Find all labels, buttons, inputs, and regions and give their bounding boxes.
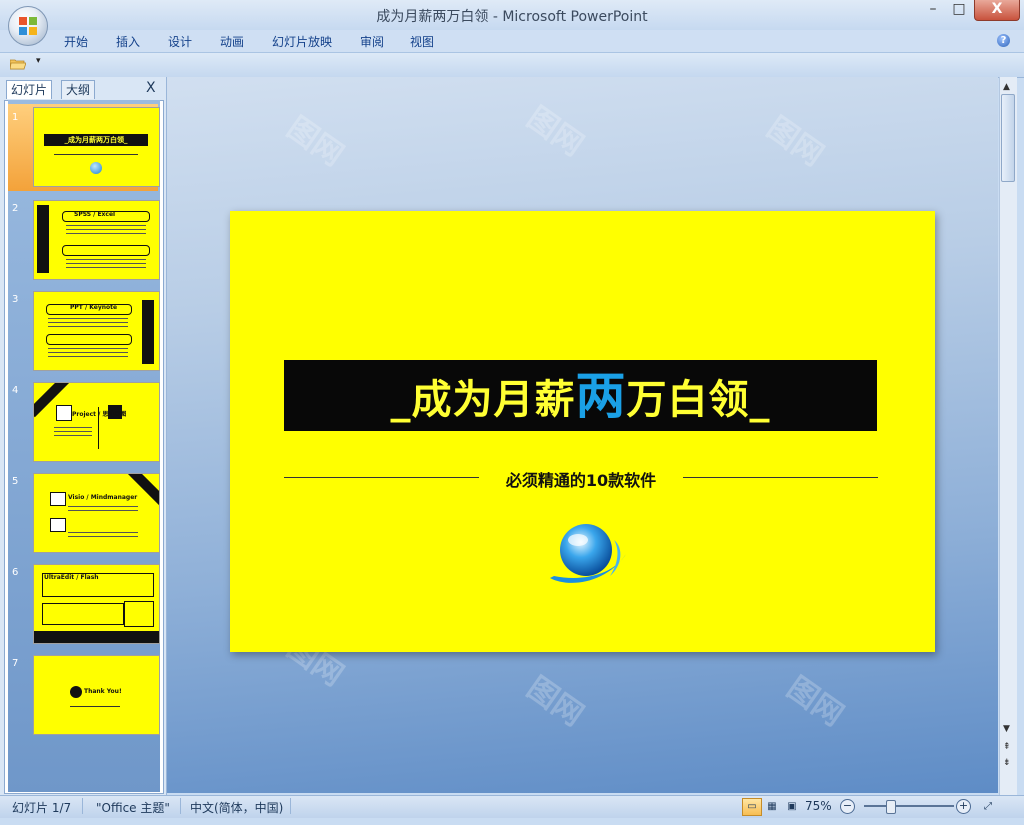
slide-counter: 幻灯片 1/7 — [12, 801, 72, 815]
slide-title-pre: _成为月薪 — [390, 377, 576, 423]
thumbnail-title: _成为月薪两万白领_ — [64, 136, 128, 144]
slide-thumbnail-2[interactable]: SPSS / Excel — [33, 200, 160, 280]
thumbnail-title: SPSS / Excel — [74, 211, 116, 218]
slide-thumbnail-5[interactable]: Visio / Mindmanager — [33, 473, 160, 553]
panel-tabs: 幻灯片 大纲 — [4, 80, 164, 100]
tab-view[interactable]: 视图 — [410, 33, 434, 50]
theme-name[interactable]: "Office 主题" — [96, 799, 170, 816]
slide-title-post: 万白领_ — [626, 377, 771, 423]
thumbnail-container: 1 _成为月薪两万白领_ 2 SPSS / Excel 3 PPT / Keyn… — [4, 100, 162, 792]
scroll-up-icon[interactable]: ▲ — [1003, 82, 1010, 92]
tab-slides[interactable]: 幻灯片 — [6, 80, 53, 99]
tab-outline[interactable]: 大纲 — [61, 80, 96, 99]
slide-thumbnail-1[interactable]: _成为月薪两万白领_ — [33, 107, 160, 187]
watermark-text: 图网 — [780, 670, 850, 734]
globe-logo-icon[interactable] — [548, 518, 628, 588]
tab-home[interactable]: 开始 — [64, 33, 88, 50]
thumbnail-title: Project / 思维导图 — [72, 411, 127, 418]
tab-insert[interactable]: 插入 — [116, 33, 140, 50]
slide-thumbnail-6[interactable]: UltraEdit / Flash — [33, 564, 160, 644]
thumbnail-number: 7 — [12, 658, 19, 669]
zoom-in-icon[interactable]: + — [956, 799, 971, 814]
fit-to-window-icon[interactable]: ⤢ — [978, 798, 998, 816]
slide-thumbnail-7[interactable]: Thank You! — [33, 655, 160, 735]
scroll-down-icon[interactable]: ▼ — [1003, 724, 1010, 734]
thumbnail-title: Thank You! — [84, 688, 122, 695]
tab-slide-show[interactable]: 幻灯片放映 — [272, 33, 332, 50]
language-indicator[interactable]: 中文(简体，中国) — [190, 799, 283, 816]
window-title: 成为月薪两万白领 - Microsoft PowerPoint — [376, 9, 648, 25]
zoom-out-icon[interactable]: − — [840, 799, 855, 814]
subtitle-rule-left — [284, 477, 479, 478]
next-slide-icon[interactable]: ⇟ — [1003, 758, 1011, 768]
qat-customize-icon[interactable]: ▾ — [36, 56, 41, 66]
thumbnail-title: PPT / Keynote — [70, 304, 118, 311]
thumbnail-number: 1 — [12, 112, 19, 123]
slide-thumbnail-4[interactable]: Project / 思维导图 — [33, 382, 160, 462]
office-button[interactable] — [8, 6, 48, 46]
previous-slide-icon[interactable]: ⇞ — [1003, 742, 1011, 752]
maximize-button[interactable]: □ — [948, 0, 970, 20]
watermark-text: 图网 — [520, 100, 590, 164]
normal-view-icon[interactable]: ▭ — [742, 798, 762, 816]
thumbnail-title: UltraEdit / Flash — [44, 574, 99, 581]
subtitle-rule-right — [683, 477, 878, 478]
slide-subtitle[interactable]: 必须精通的10款软件 — [479, 467, 683, 491]
slide-show-view-icon[interactable]: ▣ — [782, 798, 802, 816]
watermark-text: 图网 — [760, 110, 830, 174]
open-folder-icon[interactable] — [10, 58, 26, 70]
panel-close-icon[interactable]: X — [146, 80, 156, 96]
scrollbar-thumb[interactable] — [1001, 94, 1015, 182]
thumbnail-number: 2 — [12, 203, 19, 214]
slide-thumbnail-3[interactable]: PPT / Keynote — [33, 291, 160, 371]
zoom-level[interactable]: 75% — [805, 799, 832, 813]
thumbnail-title: Visio / Mindmanager — [68, 494, 138, 501]
close-button[interactable]: X — [974, 0, 1020, 21]
office-logo-icon — [19, 17, 37, 35]
thumbnail-number: 5 — [12, 476, 19, 487]
thumbnail-number: 3 — [12, 294, 19, 305]
tab-design[interactable]: 设计 — [168, 33, 192, 50]
thumbnail-number: 6 — [12, 567, 19, 578]
zoom-slider-track[interactable] — [864, 805, 954, 807]
slide-sorter-view-icon[interactable]: ▦ — [762, 798, 782, 816]
minimize-button[interactable]: – — [922, 0, 944, 20]
zoom-slider-handle[interactable] — [886, 800, 896, 814]
vertical-scrollbar[interactable] — [999, 77, 1017, 795]
slide-title[interactable]: _成为月薪两万白领_ — [284, 364, 877, 428]
tab-review[interactable]: 审阅 — [360, 33, 384, 50]
quick-access-toolbar — [0, 52, 1024, 78]
watermark-text: 图网 — [280, 110, 350, 174]
ribbon-tabs: 开始 插入 设计 动画 幻灯片放映 审阅 视图 — [0, 30, 1024, 52]
help-icon[interactable]: ? — [997, 34, 1010, 47]
slide-title-highlight: 两 — [575, 367, 627, 425]
tab-animations[interactable]: 动画 — [220, 33, 244, 50]
watermark-text: 图网 — [520, 670, 590, 734]
thumbnail-number: 4 — [12, 385, 19, 396]
